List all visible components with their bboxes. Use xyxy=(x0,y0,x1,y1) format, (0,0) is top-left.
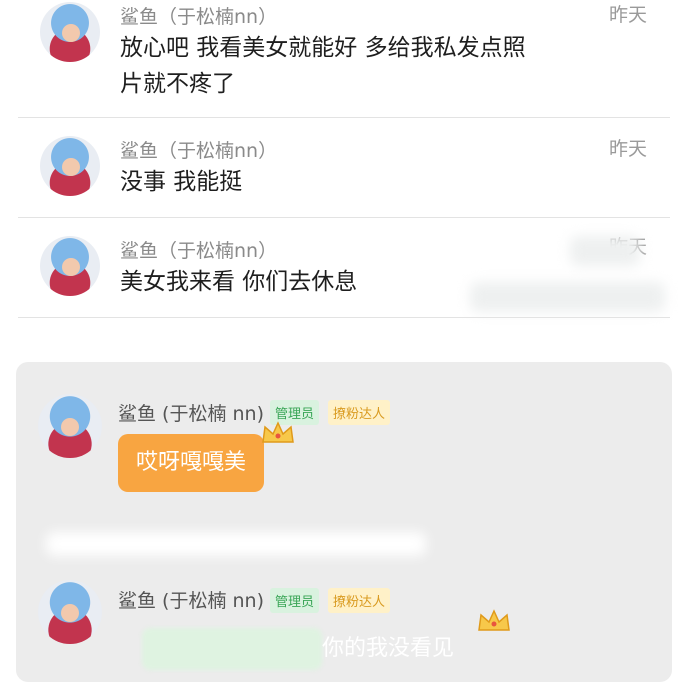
comment-text: 没事 我能挺 xyxy=(120,169,243,195)
message-text: 你的我没看见 xyxy=(322,636,455,661)
sender-name[interactable]: 鲨鱼 (于松楠 nn) xyxy=(118,586,264,613)
sender-name[interactable]: 鲨鱼 (于松楠 nn) xyxy=(118,399,264,426)
avatar[interactable] xyxy=(38,580,102,644)
fan-badge: 撩粉达人 xyxy=(328,400,391,425)
comment-item: 鲨鱼（于松楠nn） 昨天 放心吧 我看美女就能好 多给我私发点照 片就不疼了 xyxy=(0,0,681,118)
commenter-name[interactable]: 鲨鱼（于松楠nn） xyxy=(120,136,277,163)
divider xyxy=(18,317,670,318)
comment-item: 鲨鱼（于松楠nn） 昨天 没事 我能挺 xyxy=(0,118,681,218)
comment-text: 放心吧 我看美女就能好 多给我私发点照 片就不疼了 xyxy=(120,35,526,97)
blurred-overlay xyxy=(470,282,665,312)
blurred-overlay xyxy=(142,628,322,670)
avatar[interactable] xyxy=(40,236,100,296)
chat-panel: 鲨鱼 (于松楠 nn) 管理员 撩粉达人 哎呀嘎嘎美 鲨鱼 (于松楠 nn) 管… xyxy=(16,362,672,682)
commenter-name[interactable]: 鲨鱼（于松楠nn） xyxy=(120,2,277,29)
comment-time: 昨天 xyxy=(608,138,647,160)
blurred-overlay xyxy=(570,236,640,266)
avatar[interactable] xyxy=(40,136,100,196)
blurred-overlay xyxy=(46,532,426,556)
admin-badge: 管理员 xyxy=(270,588,320,613)
avatar[interactable] xyxy=(38,394,102,458)
comment-text: 美女我来看 你们去休息 xyxy=(120,269,358,295)
fan-badge: 撩粉达人 xyxy=(328,588,391,613)
avatar[interactable] xyxy=(40,2,100,62)
crown-icon xyxy=(262,421,294,443)
commenter-name[interactable]: 鲨鱼（于松楠nn） xyxy=(120,236,277,263)
crown-icon xyxy=(478,609,510,631)
comment-time: 昨天 xyxy=(608,4,647,26)
message-bubble[interactable]: 哎呀嘎嘎美 xyxy=(118,434,265,492)
